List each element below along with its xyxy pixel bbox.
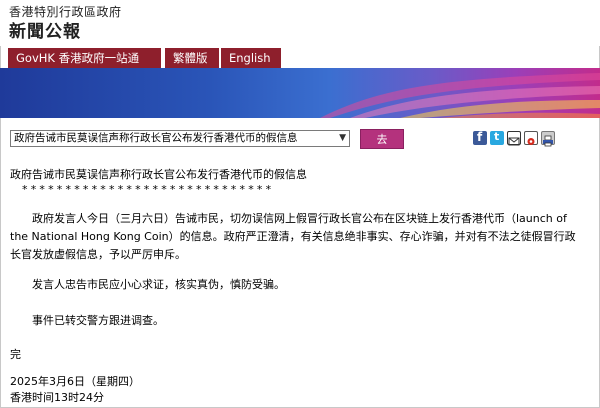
- nav-english-link[interactable]: English: [221, 48, 281, 68]
- article-paragraph-3: 事件已转交警方跟进调查。: [10, 314, 164, 327]
- page-header: 香港特別行政區政府 新聞公報: [0, 0, 600, 46]
- article-headline: 政府告诫市民莫误信声称行政长官公布发行香港代币的假信息: [10, 168, 307, 181]
- news-select-dropdown[interactable]: 政府告诫市民莫误信声称行政长官公布发行香港代币的假信息 ▼: [10, 130, 350, 147]
- article-paragraph-2: 发言人忠告市民应小心求证，核实真伪，慎防受骗。: [10, 278, 285, 291]
- paragraph-line: the National Hong Kong Coin）的信息。政府严正澄清，有…: [10, 230, 576, 243]
- nav-traditional-link[interactable]: 繁體版: [165, 48, 219, 68]
- email-icon[interactable]: [507, 131, 521, 146]
- headline-separator: *****************************: [22, 183, 275, 196]
- article-paragraph-1: 政府发言人今日（三月六日）告诫市民，切勿误信网上假冒行政长官公布在区块链上发行香…: [10, 210, 590, 264]
- select-value: 政府告诫市民莫误信声称行政长官公布发行香港代币的假信息: [14, 132, 298, 144]
- chevron-down-icon: ▼: [339, 133, 346, 143]
- release-date: 2025年3月6日（星期四）: [10, 375, 140, 388]
- nav-govhk-link[interactable]: GovHK 香港政府一站通: [8, 48, 161, 68]
- release-time: 香港时间13时24分: [10, 391, 104, 404]
- go-button[interactable]: 去: [360, 129, 404, 149]
- twitter-icon[interactable]: [490, 130, 504, 145]
- facebook-icon[interactable]: [473, 130, 487, 145]
- share-toolbar: [473, 130, 593, 149]
- site-title: 新聞公報: [9, 22, 81, 42]
- end-mark: 完: [10, 348, 21, 361]
- print-icon[interactable]: [541, 131, 555, 147]
- header-banner: [0, 68, 600, 118]
- paragraph-line: 长官发放虚假信息，予以严厉申斥。: [10, 248, 186, 261]
- paragraph-line: 政府发言人今日（三月六日）告诫市民，切勿误信网上假冒行政长官公布在区块链上发行香…: [10, 212, 567, 225]
- weibo-icon[interactable]: [524, 131, 538, 145]
